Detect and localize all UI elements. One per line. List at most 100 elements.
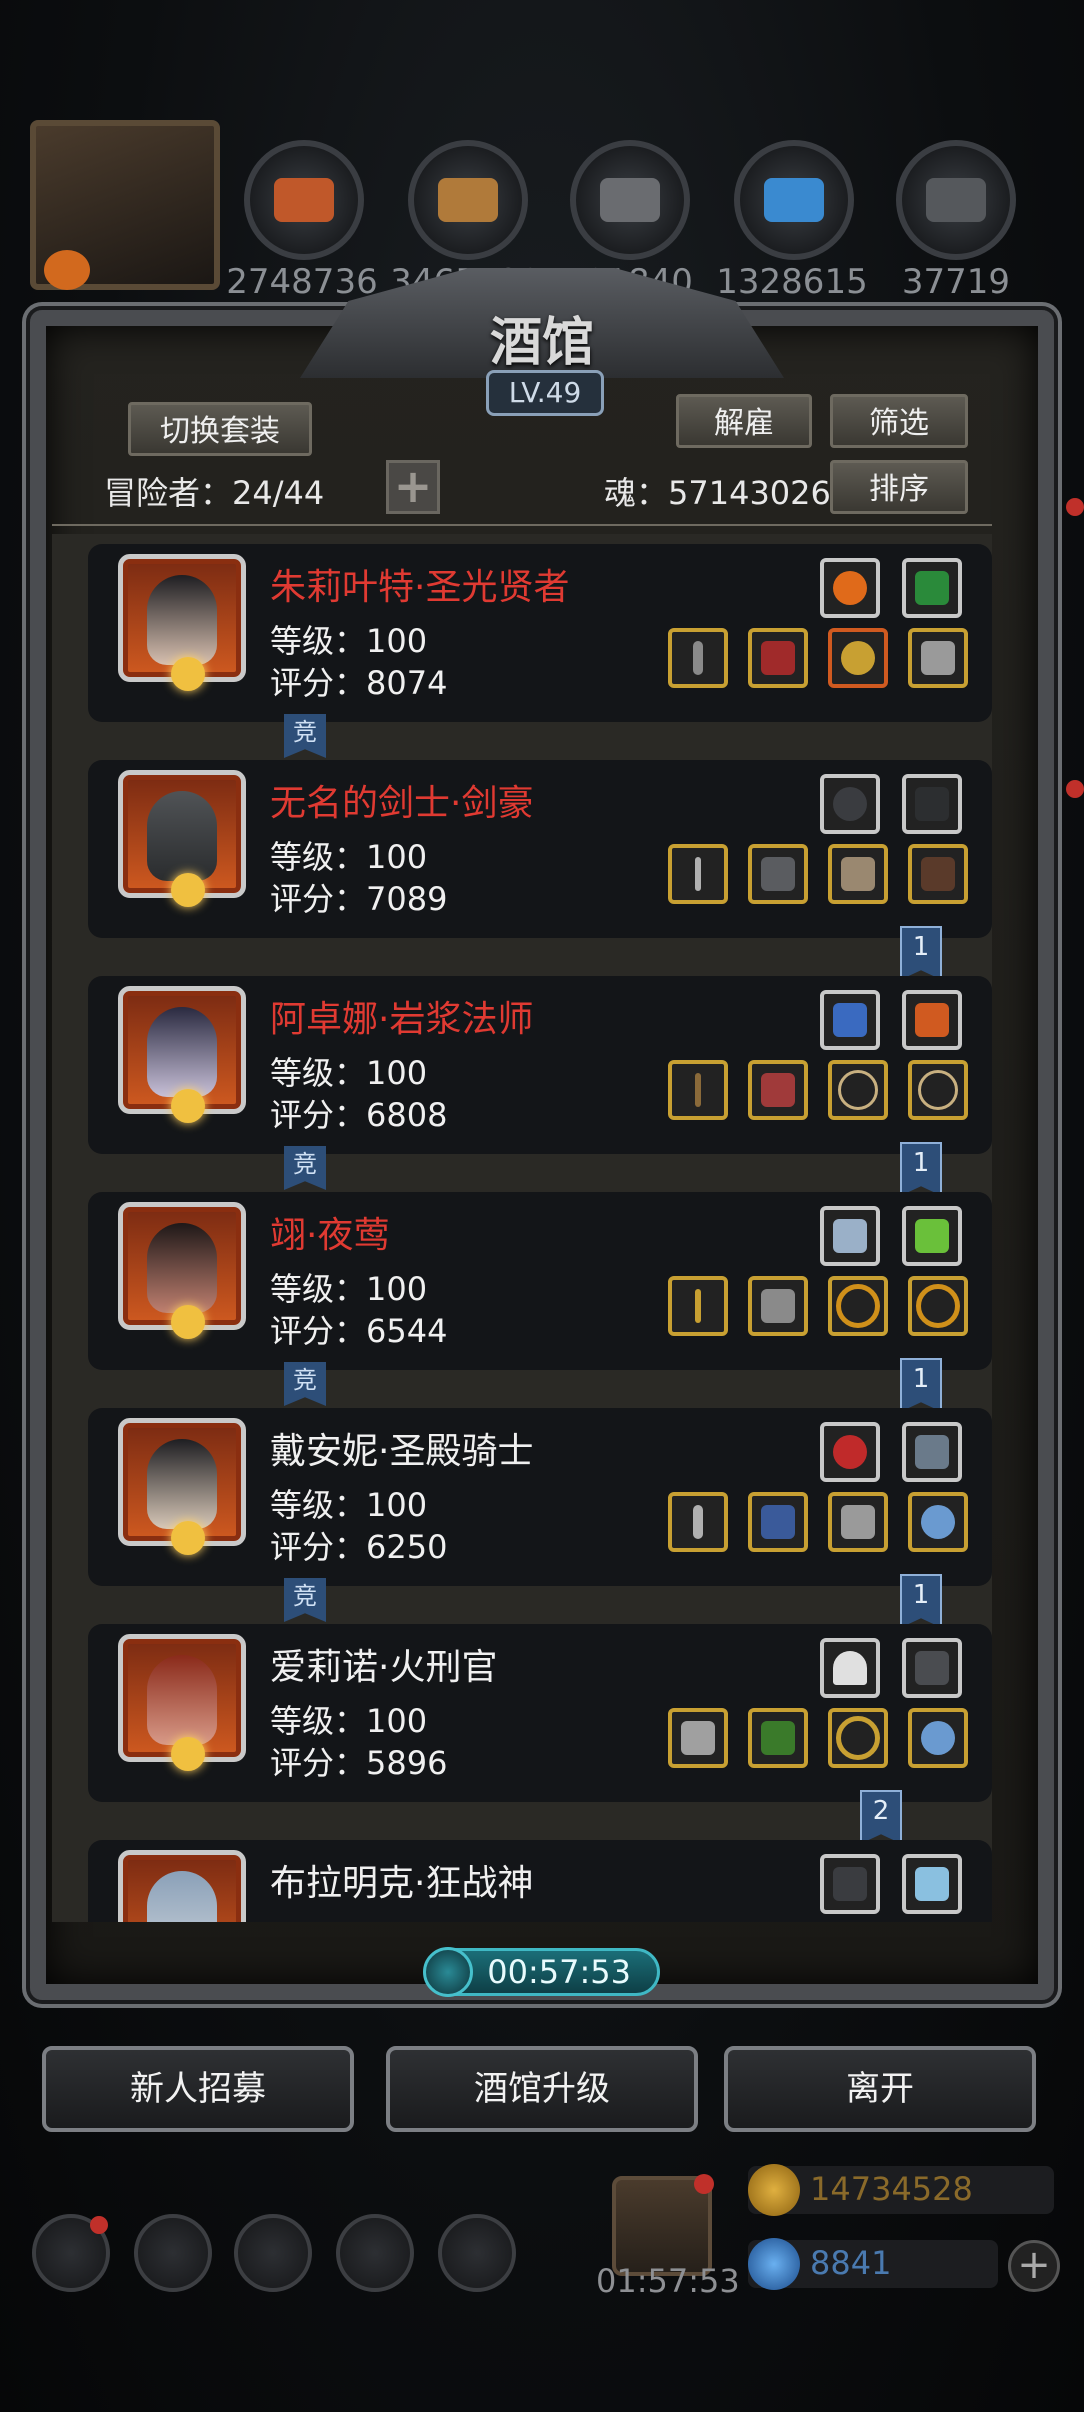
hero-name: 阿卓娜·岩浆法师 (270, 999, 534, 1040)
ring-icon[interactable] (828, 1708, 888, 1768)
mail-icon[interactable] (336, 2214, 414, 2292)
timer-text: 00:57:53 (487, 1953, 631, 1991)
tabard-icon[interactable] (748, 1492, 808, 1552)
hero-level: 等级：100 (270, 1702, 428, 1740)
crystal-icon[interactable] (734, 140, 854, 260)
hero-portrait[interactable] (118, 1418, 246, 1555)
hero-card[interactable]: 无名的剑士·剑豪 等级：100 评分：7089 (88, 760, 992, 938)
upgrade-tavern-button[interactable]: 酒馆升级 (386, 2046, 698, 2132)
sort-button[interactable]: 排序 (830, 460, 968, 514)
axe-icon[interactable] (668, 1492, 728, 1552)
refresh-timer: 00:57:53 (423, 1947, 660, 1997)
hero-portrait[interactable] (118, 770, 246, 907)
switch-outfit-button[interactable]: 切换套装 (128, 402, 312, 456)
dagger-icon[interactable] (668, 1276, 728, 1336)
frost-blade-icon[interactable] (902, 1854, 962, 1914)
spear-icon[interactable] (668, 844, 728, 904)
guild-icon[interactable] (234, 2214, 312, 2292)
ring-icon[interactable] (908, 1276, 968, 1336)
vest-icon[interactable] (748, 1276, 808, 1336)
tome-icon[interactable] (902, 1422, 962, 1482)
meat-value: 2748736 (226, 262, 378, 302)
stone-icon[interactable] (570, 140, 690, 260)
shield-icon[interactable] (828, 628, 888, 688)
gauntlet-icon[interactable] (908, 628, 968, 688)
battleaxe-icon[interactable] (668, 1708, 728, 1768)
hero-score: 评分：5896 (270, 1744, 448, 1782)
green-lantern-icon[interactable] (902, 1206, 962, 1266)
gift-icon[interactable] (612, 2174, 714, 2276)
player-avatar[interactable] (30, 120, 220, 290)
filter-button[interactable]: 筛选 (830, 394, 968, 448)
settings-icon[interactable] (32, 2214, 110, 2292)
hammer-icon[interactable] (668, 628, 728, 688)
hero-card[interactable]: 布拉明克·狂战神 (88, 1840, 992, 1922)
stone-charm-icon[interactable] (820, 774, 880, 834)
green-armor-icon[interactable] (748, 1708, 808, 1768)
gauntlet-icon[interactable] (828, 1492, 888, 1552)
leave-button[interactable]: 离开 (724, 2046, 1036, 2132)
gold-icon (748, 2164, 800, 2216)
wood-icon[interactable] (408, 140, 528, 260)
spellbook-icon[interactable] (902, 558, 962, 618)
dismiss-button[interactable]: 解雇 (676, 394, 812, 448)
chestplate-icon[interactable] (748, 1060, 808, 1120)
hero-portrait[interactable] (118, 1850, 246, 1922)
armor-icon[interactable] (748, 844, 808, 904)
star-icon[interactable] (134, 2214, 212, 2292)
recruit-button[interactable]: 新人招募 (42, 2046, 354, 2132)
cloak-icon[interactable] (908, 844, 968, 904)
claw-icon[interactable] (820, 1854, 880, 1914)
arena-tag: 竞 (284, 714, 326, 758)
hero-portrait[interactable] (118, 1202, 246, 1339)
soul-count: 魂：57143026 (604, 474, 831, 512)
game-screen: 2748736 3465729 501840 1328615 37719 酒馆 … (0, 0, 1084, 2412)
staff-icon[interactable] (668, 1060, 728, 1120)
hero-name: 戴安妮·圣殿骑士 (270, 1431, 534, 1472)
moon-icon (171, 1089, 205, 1123)
necklace-icon[interactable] (828, 1060, 888, 1120)
feather-icon[interactable] (820, 1206, 880, 1266)
ruby-icon[interactable] (820, 1422, 880, 1482)
blue-orb-icon[interactable] (908, 1708, 968, 1768)
hero-card[interactable]: 戴安妮·圣殿骑士 等级：100 评分：6250 (88, 1408, 992, 1586)
hero-list[interactable]: 朱莉叶特·圣光贤者 等级：100 评分：8074 竞 无名的剑士·剑豪 等级：1… (52, 534, 992, 1922)
lantern-icon[interactable] (820, 990, 880, 1050)
blue-orb-icon[interactable] (908, 1492, 968, 1552)
pauldron-icon[interactable] (828, 844, 888, 904)
glove-icon[interactable] (902, 774, 962, 834)
hero-level: 等级：100 (270, 838, 428, 876)
meat-icon[interactable] (244, 140, 364, 260)
iron-value: 37719 (901, 262, 1011, 302)
moon-icon (171, 657, 205, 691)
robe-icon[interactable] (748, 628, 808, 688)
hero-score: 评分：6250 (270, 1528, 448, 1566)
rank-tag: 1 (900, 926, 942, 980)
add-slot-button[interactable]: + (386, 460, 440, 514)
hero-portrait[interactable] (118, 554, 246, 691)
fire-lantern-icon[interactable] (902, 990, 962, 1050)
hero-portrait[interactable] (118, 1634, 246, 1771)
hero-level: 等级：100 (270, 622, 428, 660)
fang-icon[interactable] (820, 1638, 880, 1698)
gold-value: 14734528 (810, 2170, 973, 2208)
necklace-icon[interactable] (908, 1060, 968, 1120)
notification-dot (1066, 498, 1084, 516)
hero-card[interactable]: 翊·夜莺 等级：100 评分：6544 (88, 1192, 992, 1370)
moon-icon (171, 1305, 205, 1339)
hero-card[interactable]: 阿卓娜·岩浆法师 等级：100 评分：6808 (88, 976, 992, 1154)
hero-name: 翊·夜莺 (270, 1215, 390, 1256)
ring-icon[interactable] (828, 1276, 888, 1336)
hero-portrait[interactable] (118, 986, 246, 1123)
iron-icon[interactable] (896, 140, 1016, 260)
sigil-icon[interactable] (902, 1638, 962, 1698)
rank-tag: 1 (900, 1358, 942, 1412)
hero-card[interactable]: 朱莉叶特·圣光贤者 等级：100 评分：8074 (88, 544, 992, 722)
hero-score: 评分：7089 (270, 880, 448, 918)
fire-orb-icon[interactable] (820, 558, 880, 618)
hero-card[interactable]: 爱莉诺·火刑官 等级：100 评分：5896 (88, 1624, 992, 1802)
moon-icon (171, 1521, 205, 1555)
bag-icon[interactable] (438, 2214, 516, 2292)
add-currency-button[interactable]: + (1008, 2240, 1060, 2292)
divider (52, 524, 992, 526)
